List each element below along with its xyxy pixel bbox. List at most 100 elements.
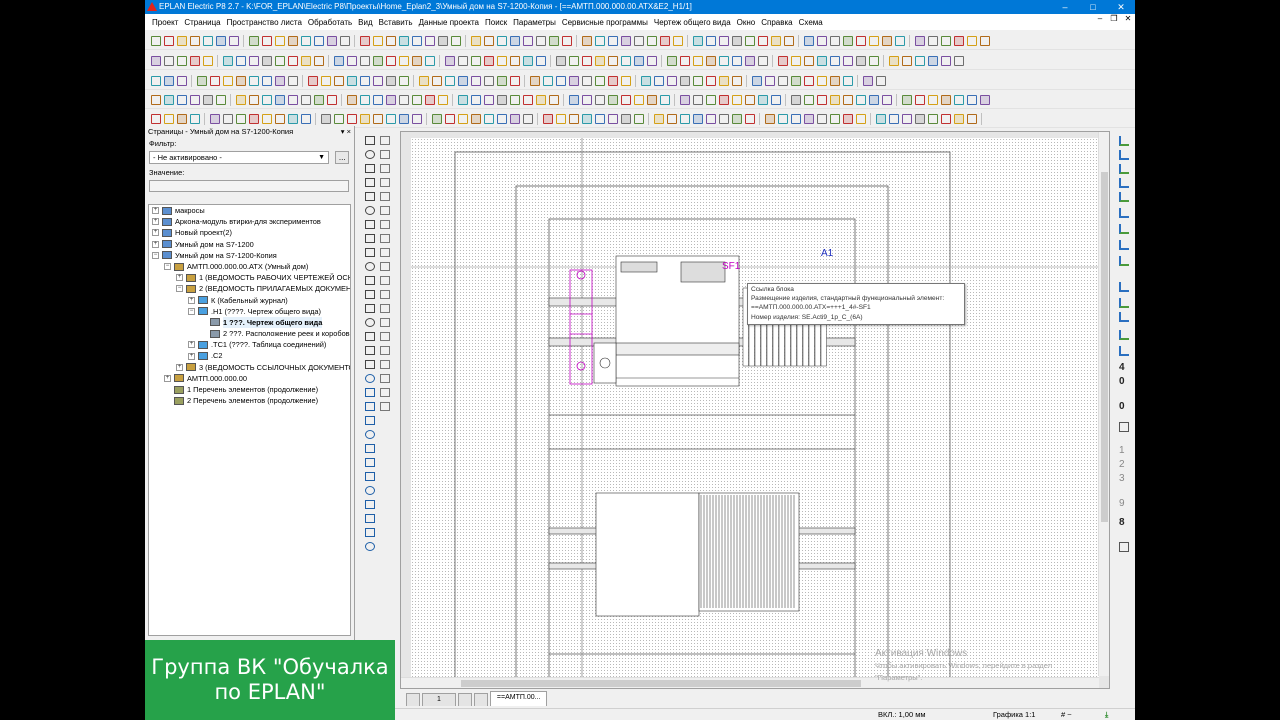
draw-tool-icon[interactable] (365, 178, 375, 187)
menu-schematic[interactable]: Схема (796, 18, 826, 27)
draw-tool-icon[interactable] (380, 178, 390, 187)
toolbar-tool-icon[interactable] (731, 113, 742, 124)
toolbar-tool-icon[interactable] (888, 55, 899, 66)
toolbar-tool-icon[interactable] (509, 35, 520, 46)
toolbar-tool-icon[interactable] (307, 75, 318, 86)
toolbar-tool-icon[interactable] (875, 75, 886, 86)
toolbar-tool-icon[interactable] (692, 55, 703, 66)
toolbar-tool-icon[interactable] (372, 94, 383, 105)
toolbar-tool-icon[interactable] (189, 113, 200, 124)
tab-page-1[interactable]: 1 (422, 693, 456, 706)
toolbar-tool-icon[interactable] (300, 35, 311, 46)
toolbar-tool-icon[interactable] (483, 35, 494, 46)
toolbar-tool-icon[interactable] (718, 55, 729, 66)
toolbar-tool-icon[interactable] (692, 75, 703, 86)
toolbar-tool-icon[interactable] (372, 55, 383, 66)
navigator-controls[interactable]: ▾ × (341, 126, 351, 138)
toolbar-tool-icon[interactable] (966, 94, 977, 105)
tree-item[interactable]: 1 Перечень элементов (продолжение) (149, 384, 350, 395)
draw-tool-icon[interactable] (380, 206, 390, 215)
toolbar-tool-icon[interactable] (979, 94, 990, 105)
draw-tool-icon[interactable] (365, 332, 375, 341)
toolbar-tool-icon[interactable] (274, 94, 285, 105)
right-toolbar-number[interactable]: 0 (1119, 376, 1125, 387)
toolbar-tool-icon[interactable] (940, 55, 951, 66)
toolbar-tool-icon[interactable] (509, 113, 520, 124)
toolbar-tool-icon[interactable] (594, 94, 605, 105)
toolbar-tool-icon[interactable] (372, 35, 383, 46)
filter-more-button[interactable]: ... (335, 151, 350, 164)
toolbar-tool-icon[interactable] (666, 55, 677, 66)
toolbar-tool-icon[interactable] (424, 55, 435, 66)
toolbar-tool-icon[interactable] (176, 55, 187, 66)
toolbar-tool-icon[interactable] (431, 113, 442, 124)
toolbar-tool-icon[interactable] (816, 35, 827, 46)
toolbar-tool-icon[interactable] (333, 55, 344, 66)
toolbar-tool-icon[interactable] (398, 75, 409, 86)
connection-tool-icon[interactable] (1119, 208, 1129, 218)
toolbar-tool-icon[interactable] (659, 94, 670, 105)
toolbar-tool-icon[interactable] (359, 35, 370, 46)
close-button[interactable]: ✕ (1107, 0, 1135, 14)
toolbar-tool-icon[interactable] (790, 94, 801, 105)
toolbar-tool-icon[interactable] (718, 35, 729, 46)
toolbar-tool-icon[interactable] (509, 94, 520, 105)
toolbar-tool-icon[interactable] (261, 55, 272, 66)
toolbar-tool-icon[interactable] (222, 75, 233, 86)
toolbar-tool-icon[interactable] (202, 55, 213, 66)
toolbar-tool-icon[interactable] (444, 55, 455, 66)
toolbar-tool-icon[interactable] (522, 113, 533, 124)
toolbar-tool-icon[interactable] (189, 94, 200, 105)
toolbar-tool-icon[interactable] (855, 35, 866, 46)
toolbar-tool-icon[interactable] (248, 94, 259, 105)
draw-tool-icon[interactable] (365, 542, 375, 551)
tree-item[interactable]: + Умный дом на S7-1200 (149, 239, 350, 250)
toolbar-tool-icon[interactable] (581, 55, 592, 66)
toolbar-tool-icon[interactable] (829, 94, 840, 105)
toolbar-tool-icon[interactable] (633, 113, 644, 124)
draw-tool-icon[interactable] (365, 206, 375, 215)
toolbar-tool-icon[interactable] (222, 113, 233, 124)
toolbar-tool-icon[interactable] (646, 94, 657, 105)
toolbar-tool-icon[interactable] (901, 55, 912, 66)
draw-tool-icon[interactable] (365, 458, 375, 467)
toolbar-tool-icon[interactable] (411, 94, 422, 105)
draw-tool-icon[interactable] (380, 304, 390, 313)
toolbar-tool-icon[interactable] (979, 35, 990, 46)
toolbar-tool-icon[interactable] (966, 113, 977, 124)
toolbar-tool-icon[interactable] (470, 55, 481, 66)
toolbar-tool-icon[interactable] (731, 94, 742, 105)
toolbar-tool-icon[interactable] (496, 75, 507, 86)
toolbar-tool-icon[interactable] (248, 75, 259, 86)
menu-layout-drawing[interactable]: Чертеж общего вида (651, 18, 734, 27)
toolbar-tool-icon[interactable] (914, 94, 925, 105)
toolbar-tool-icon[interactable] (842, 55, 853, 66)
page-icon[interactable] (406, 693, 420, 706)
expand-icon[interactable]: + (188, 341, 195, 349)
toolbar-tool-icon[interactable] (300, 55, 311, 66)
toolbar-tool-icon[interactable] (692, 113, 703, 124)
toolbar-tool-icon[interactable] (770, 35, 781, 46)
connection-tool-icon[interactable] (1119, 312, 1129, 322)
toolbar-tool-icon[interactable] (437, 94, 448, 105)
toolbar-tool-icon[interactable] (535, 55, 546, 66)
toolbar-tool-icon[interactable] (346, 113, 357, 124)
toolbar-tool-icon[interactable] (150, 35, 161, 46)
toolbar-tool-icon[interactable] (666, 75, 677, 86)
toolbar-tool-icon[interactable] (581, 94, 592, 105)
connection-tool-icon[interactable] (1119, 330, 1129, 340)
toolbar-tool-icon[interactable] (215, 94, 226, 105)
toolbar-tool-icon[interactable] (888, 113, 899, 124)
toolbar-tool-icon[interactable] (927, 35, 938, 46)
toolbar-tool-icon[interactable] (966, 35, 977, 46)
right-toolbar-number[interactable]: 8 (1119, 517, 1125, 528)
toolbar-tool-icon[interactable] (607, 55, 618, 66)
toolbar-tool-icon[interactable] (411, 55, 422, 66)
toolbar-tool-icon[interactable] (163, 55, 174, 66)
toolbar-tool-icon[interactable] (855, 94, 866, 105)
toolbar-tool-icon[interactable] (953, 35, 964, 46)
toolbar-tool-icon[interactable] (522, 55, 533, 66)
draw-tool-icon[interactable] (380, 374, 390, 383)
toolbar-tool-icon[interactable] (215, 35, 226, 46)
toolbar-tool-icon[interactable] (633, 55, 644, 66)
